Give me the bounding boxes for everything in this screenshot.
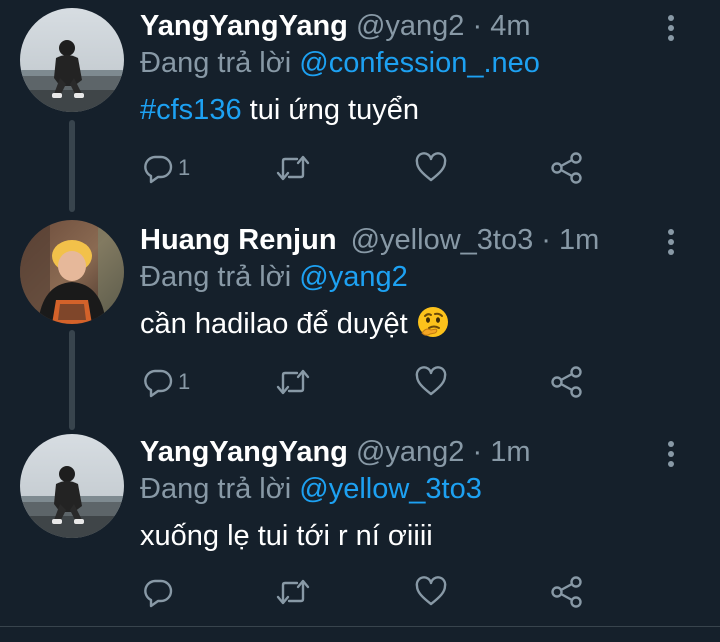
like-button[interactable]: [414, 574, 448, 610]
thinking-face-emoji: [416, 305, 450, 350]
replying-to-label: Đang trả lời: [140, 47, 292, 79]
retweet-icon: [276, 369, 310, 395]
avatar[interactable]: [20, 220, 124, 324]
tweet-header: YangYangYang @yang2 · 1m: [140, 434, 531, 470]
avatar-photo-yangyangyang: [20, 8, 124, 112]
tweet-text: #cfs136 tui ứng tuyển: [140, 90, 419, 130]
user-handle[interactable]: @yang2: [356, 10, 464, 42]
tweet-header: YangYangYang @yang2 · 4m: [140, 8, 531, 44]
mention-link[interactable]: @yellow_3to3: [299, 473, 482, 505]
reply-button[interactable]: 1: [142, 364, 190, 400]
share-icon: [551, 366, 582, 398]
tweet-body: cần hadilao để duyệt: [140, 308, 408, 340]
retweet-button[interactable]: [275, 574, 311, 610]
user-handle[interactable]: @yellow_3to3: [351, 224, 534, 256]
tweet[interactable]: YangYangYang @yang2 · 4m Đang trả lời @c…: [0, 0, 720, 210]
share-button[interactable]: [550, 150, 584, 186]
tweet-time[interactable]: 1m: [559, 224, 599, 256]
retweet-button[interactable]: [275, 150, 311, 186]
tweet[interactable]: Huang Renjun @yellow_3to3 · 1m Đang trả …: [0, 214, 720, 426]
tweet-text: cần hadilao để duyệt: [140, 304, 450, 344]
tweet-actions: [140, 574, 600, 610]
share-icon: [551, 152, 582, 184]
retweet-icon: [276, 155, 310, 181]
share-button[interactable]: [550, 364, 584, 400]
like-button[interactable]: [414, 364, 448, 400]
avatar-photo-yangyangyang: [20, 434, 124, 538]
more-options-button[interactable]: [666, 14, 676, 42]
tweet-body: xuống lẹ tui tới r ní ơiiii: [140, 520, 433, 552]
share-icon: [551, 576, 582, 608]
more-options-button[interactable]: [666, 440, 676, 468]
like-button[interactable]: [414, 150, 448, 186]
avatar-photo-huang-renjun: [20, 220, 124, 324]
reply-icon: [144, 155, 173, 184]
like-icon: [415, 576, 447, 606]
display-name[interactable]: YangYangYang: [140, 436, 348, 468]
separator-dot: ·: [472, 10, 483, 42]
more-options-button[interactable]: [666, 228, 676, 256]
reply-icon: [144, 369, 173, 398]
tweet-text: xuống lẹ tui tới r ní ơiiii: [140, 516, 433, 556]
separator-dot: ·: [541, 224, 551, 256]
user-handle[interactable]: @yang2: [356, 436, 464, 468]
reply-button[interactable]: [142, 574, 178, 610]
tweet-header: Huang Renjun @yellow_3to3 · 1m: [140, 222, 599, 258]
share-button[interactable]: [550, 574, 584, 610]
more-icon: [668, 441, 674, 467]
tweet-body: tui ứng tuyển: [241, 94, 419, 126]
reply-icon: [144, 579, 173, 608]
like-icon: [415, 152, 447, 182]
display-name[interactable]: YangYangYang: [140, 10, 348, 42]
mention-link[interactable]: @yang2: [299, 261, 407, 293]
separator-dot: ·: [472, 436, 483, 468]
divider: [0, 626, 720, 627]
reply-count: 1: [178, 369, 191, 394]
replying-to: Đang trả lời @yang2: [140, 258, 408, 296]
tweet-time[interactable]: 1m: [490, 436, 530, 468]
like-icon: [415, 366, 447, 396]
avatar[interactable]: [20, 8, 124, 112]
reply-button[interactable]: 1: [142, 150, 190, 186]
tweet-actions: 1: [140, 364, 600, 400]
retweet-icon: [276, 579, 310, 605]
more-icon: [668, 15, 674, 41]
retweet-button[interactable]: [275, 364, 311, 400]
avatar[interactable]: [20, 434, 124, 538]
more-icon: [668, 229, 674, 255]
tweet-actions: 1: [140, 150, 600, 186]
tweet-time[interactable]: 4m: [490, 10, 530, 42]
mention-link[interactable]: @confession_.neo: [299, 47, 540, 79]
replying-to: Đang trả lời @yellow_3to3: [140, 470, 482, 508]
replying-to: Đang trả lời @confession_.neo: [140, 44, 540, 82]
replying-to-label: Đang trả lời: [140, 261, 292, 293]
display-name[interactable]: Huang Renjun: [140, 224, 337, 256]
tweet[interactable]: YangYangYang @yang2 · 1m Đang trả lời @y…: [0, 426, 720, 626]
reply-count: 1: [178, 155, 191, 180]
hashtag-link[interactable]: #cfs136: [140, 94, 242, 126]
replying-to-label: Đang trả lời: [140, 473, 292, 505]
